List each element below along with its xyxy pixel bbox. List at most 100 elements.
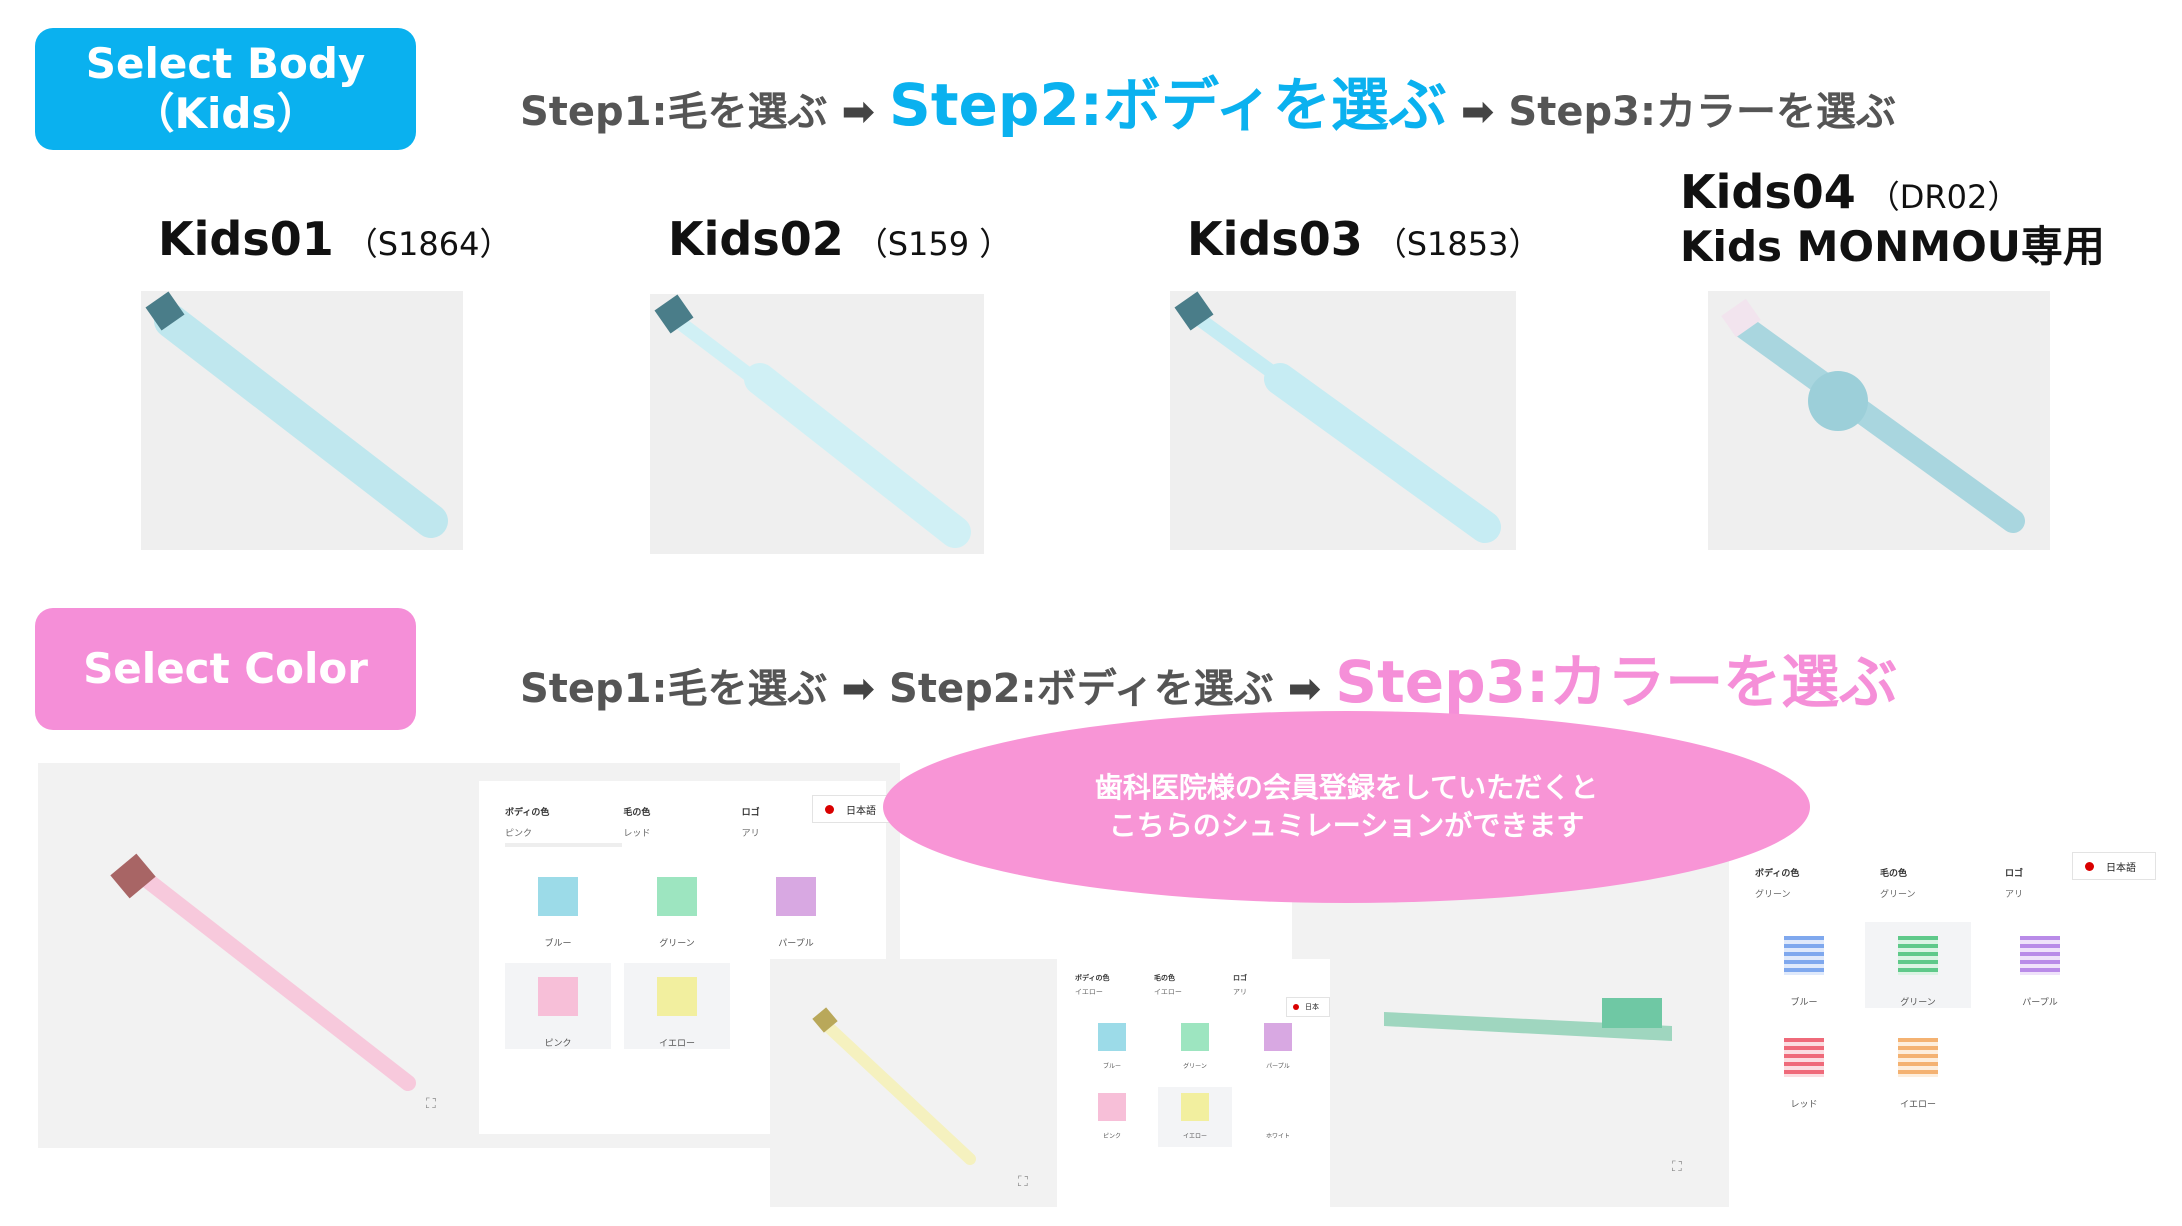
- swatch-purple[interactable]: パープル: [743, 863, 849, 949]
- tab-label: ロゴ: [1233, 974, 1247, 982]
- swatch-blue[interactable]: ブルー: [505, 863, 611, 949]
- model-title-kids04: Kids04 （DR02） Kids MONMOU専用: [1680, 166, 2105, 272]
- selection-summary: ボディの色イエロー 毛の色 イエロー ロゴ アリ: [1075, 973, 1312, 997]
- swatch-label: イエロー: [659, 1039, 695, 1049]
- body-color-tab[interactable]: ボディの色 グリーン: [1755, 866, 1880, 900]
- swatch-label: ブルー: [1790, 998, 1818, 1008]
- swatch-yellow[interactable]: イエロー: [624, 963, 730, 1049]
- swatch-green[interactable]: グリーン: [1158, 1017, 1232, 1077]
- japan-flag-icon: [2085, 861, 2094, 871]
- swatch-color: [1181, 1093, 1209, 1121]
- model-name: Kids01: [158, 212, 334, 266]
- swatch-purple[interactable]: パープル: [1241, 1017, 1315, 1077]
- swatch-label: ブルー: [544, 939, 572, 949]
- swatch-label: グリーン: [1183, 1063, 1207, 1070]
- japan-flag-icon: [1293, 1004, 1299, 1010]
- swatch-label: グリーン: [659, 939, 695, 949]
- bristle-icon: [1898, 1038, 1938, 1077]
- selection-summary: ボディの色 ピンク 毛の色 レッド ロゴ アリ: [505, 805, 860, 839]
- model-image-kids03[interactable]: [1170, 291, 1516, 550]
- model-title-kids01: Kids01 （S1864）: [158, 212, 512, 266]
- swatch-color: [538, 977, 578, 1016]
- select-body-button[interactable]: Select Body （Kids）: [35, 28, 416, 150]
- swatch-label: パープル: [1266, 1063, 1290, 1070]
- swatch-color: [657, 977, 697, 1016]
- language-selector[interactable]: 日本: [1286, 997, 1330, 1017]
- select-color-label: Select Color: [83, 643, 368, 693]
- toothbrush-preview-yellow: [812, 1007, 976, 1165]
- bristle-color-tab[interactable]: 毛の色 レッド: [623, 805, 741, 839]
- bristle-swatch-yellow[interactable]: イエロー: [1865, 1024, 1971, 1110]
- toothbrush-preview-pink: [110, 853, 416, 1091]
- bristle-swatch-red[interactable]: レッド: [1751, 1024, 1857, 1110]
- swatch-yellow[interactable]: イエロー: [1158, 1087, 1232, 1147]
- swatch-color: [1098, 1093, 1126, 1121]
- bristle-icon: [1784, 936, 1824, 975]
- model-name: Kids03: [1187, 212, 1363, 266]
- tab-value: ピンク: [505, 829, 533, 839]
- bristle-icon: [1784, 1038, 1824, 1077]
- step1-label: Step1:毛を選ぶ: [520, 666, 828, 712]
- select-color-button[interactable]: Select Color: [35, 608, 416, 730]
- tab-value: イエロー: [1154, 988, 1182, 996]
- swatch-label: ピンク: [544, 1039, 572, 1049]
- callout-line2: こちらのシュミレーションができます: [1108, 809, 1585, 842]
- arrow-right-icon: ➡: [1460, 89, 1495, 135]
- model-code: （S1864）: [345, 225, 512, 263]
- step1-label: Step1:毛を選ぶ: [520, 89, 828, 135]
- callout-line1: 歯科医院様の会員登録をしていただくと: [1094, 771, 1599, 805]
- swatch-green[interactable]: グリーン: [624, 863, 730, 949]
- swatch-color: [1264, 1093, 1292, 1121]
- swatch-label: レッド: [1790, 1100, 1818, 1110]
- bristle-swatch-purple[interactable]: パープル: [1987, 922, 2093, 1008]
- toothbrush-icon: [1721, 298, 2025, 533]
- language-label: 日本語: [2106, 862, 2136, 874]
- model-image-kids01[interactable]: [141, 291, 463, 550]
- language-selector[interactable]: 日本語: [812, 795, 892, 823]
- swatch-label: パープル: [778, 939, 814, 949]
- color-step-indicator: Step1:毛を選ぶ ➡ Step2:ボディを選ぶ ➡ Step3:カラーを選ぶ: [520, 635, 1897, 719]
- swatch-label: パープル: [2022, 998, 2058, 1008]
- body-color-tab[interactable]: ボディの色 ピンク: [505, 805, 623, 839]
- swatch-white[interactable]: ホワイト: [1241, 1087, 1315, 1147]
- step2-label-active: Step2:ボディを選ぶ: [889, 71, 1447, 139]
- tab-value: アリ: [2005, 890, 2024, 900]
- model-name: Kids04: [1680, 165, 1856, 219]
- tab-label: ボディの色: [505, 808, 550, 818]
- model-image-kids02[interactable]: [650, 294, 984, 554]
- language-selector[interactable]: 日本語: [2072, 852, 2156, 880]
- swatch-pink[interactable]: ピンク: [1075, 1087, 1149, 1147]
- tab-label: 毛の色: [1880, 869, 1908, 879]
- membership-callout: 歯科医院様の会員登録をしていただくと こちらのシュミレーションができます: [883, 711, 1810, 903]
- bristle-icon: [2020, 936, 2060, 975]
- swatch-label: イエロー: [1900, 1100, 1936, 1110]
- tab-value: レッド: [623, 829, 651, 839]
- bristle-swatch-green[interactable]: グリーン: [1865, 922, 1971, 1008]
- toothbrush-icon: [145, 291, 448, 538]
- swatch-pink[interactable]: ピンク: [505, 963, 611, 1049]
- bristle-color-tab[interactable]: 毛の色 グリーン: [1880, 866, 2005, 900]
- model-name: Kids02: [668, 212, 844, 266]
- language-label: 日本: [1305, 1003, 1319, 1011]
- step3-label: Step3:カラーを選ぶ: [1508, 89, 1896, 135]
- swatch-label: グリーン: [1900, 998, 1936, 1008]
- model-image-kids04[interactable]: [1708, 291, 2050, 550]
- swatch-blue[interactable]: ブルー: [1075, 1017, 1149, 1077]
- tab-label: 毛の色: [623, 808, 651, 818]
- tab-label: ボディの色: [1755, 869, 1800, 879]
- body-color-tab[interactable]: ボディの色 イエロー: [1075, 973, 1154, 997]
- bristle-swatch-blue[interactable]: ブルー: [1751, 922, 1857, 1008]
- swatch-color: [1264, 1023, 1292, 1051]
- bristle-color-tab[interactable]: 毛の色 イエロー: [1154, 973, 1233, 997]
- fullscreen-icon[interactable]: ⛶: [1672, 1159, 1682, 1175]
- tab-value: イエロー: [1075, 988, 1103, 996]
- logo-tab[interactable]: ロゴ アリ: [1233, 973, 1312, 997]
- model-code: （S159 ）: [855, 225, 1012, 263]
- swatch-color: [538, 877, 578, 916]
- swatch-color: [657, 877, 697, 916]
- model-note: Kids MONMOU専用: [1680, 221, 2105, 271]
- tab-label: ボディの色: [1075, 974, 1110, 982]
- config-panel-3: ボディの色 グリーン 毛の色 グリーン ロゴ アリ ブルー グリーン パープル レッド…: [1729, 826, 2156, 1197]
- fullscreen-icon[interactable]: ⛶: [426, 1096, 436, 1112]
- fullscreen-icon[interactable]: ⛶: [1018, 1174, 1028, 1190]
